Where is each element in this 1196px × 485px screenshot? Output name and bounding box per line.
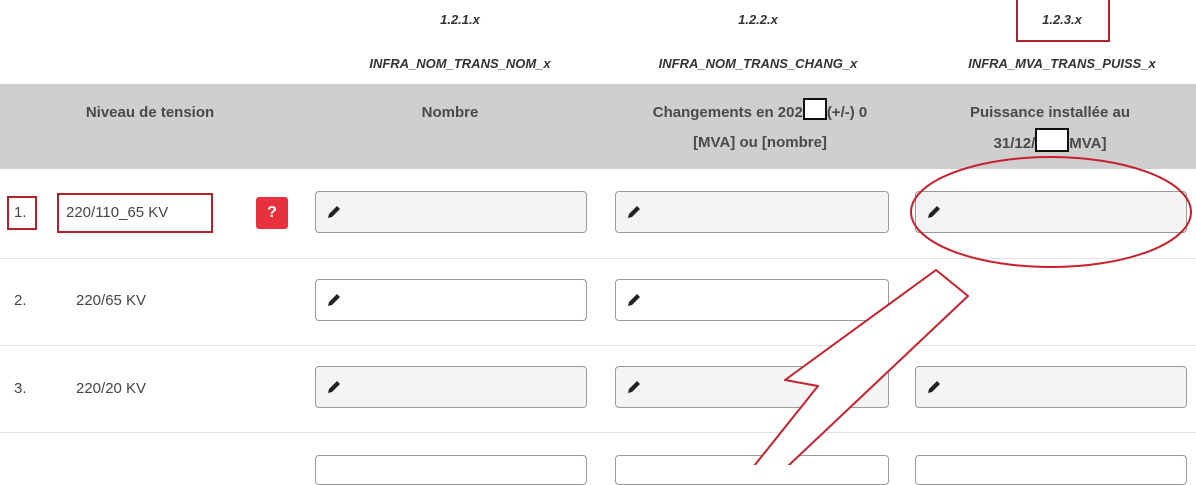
annotation-overlay	[753, 156, 1192, 465]
annotation-arrow	[753, 269, 969, 465]
annotation-ellipse	[910, 156, 1192, 268]
